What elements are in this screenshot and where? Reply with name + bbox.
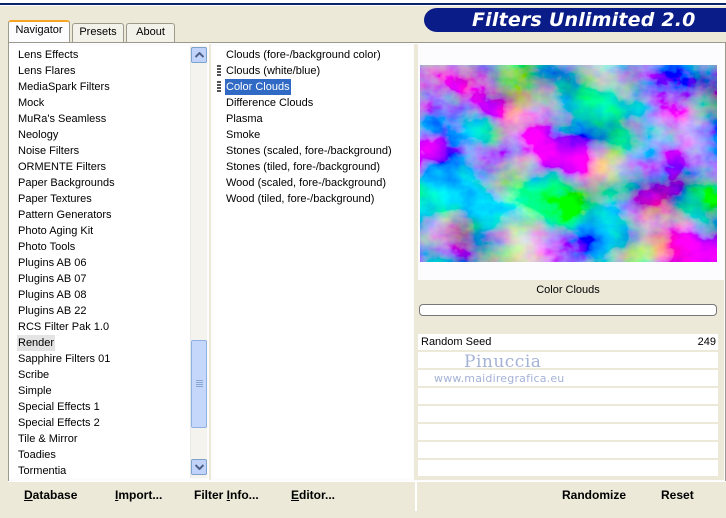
category-item[interactable]: Simple [17, 383, 53, 399]
category-scrollbar[interactable] [190, 46, 207, 478]
editor-button[interactable]: Editor... [291, 488, 335, 502]
filter-item[interactable]: Smoke [225, 127, 261, 143]
preview-area [418, 44, 724, 280]
category-item[interactable]: Scribe [17, 367, 50, 383]
category-item[interactable]: Sapphire Filters 01 [17, 351, 111, 367]
top-border-line [0, 3, 726, 5]
category-item[interactable]: Noise Filters [17, 143, 80, 159]
title-banner: Filters Unlimited 2.0 [424, 8, 726, 32]
filter-item[interactable]: Color Clouds [225, 79, 291, 95]
param-value: 249 [697, 336, 716, 348]
button-bar: Database Import... Filter Info... Editor… [8, 481, 726, 511]
top-border [0, 0, 726, 6]
import-button[interactable]: Import... [115, 488, 162, 502]
category-item[interactable]: MediaSpark Filters [17, 79, 111, 95]
category-item[interactable]: RCS Filter Pak 1.0 [17, 319, 110, 335]
filter-item[interactable]: Wood (scaled, fore-/background) [225, 175, 387, 191]
param-row-empty [418, 388, 718, 405]
filter-item[interactable]: Clouds (white/blue) [225, 63, 321, 79]
category-item[interactable]: Lens Flares [17, 63, 76, 79]
preview-panel: Color Clouds Random Seed 249 [418, 44, 724, 480]
category-item[interactable]: Special Effects 2 [17, 415, 101, 431]
thumb-grip [196, 386, 203, 387]
filter-item[interactable]: Stones (tiled, fore-/background) [225, 159, 381, 175]
param-row-empty [418, 442, 718, 459]
category-item[interactable]: Render [17, 335, 56, 351]
tab-about[interactable]: About [126, 23, 175, 42]
database-button[interactable]: Database [24, 488, 77, 502]
randomize-button[interactable]: Randomize [562, 488, 626, 502]
category-item[interactable]: MuRa's Seamless [17, 111, 107, 127]
category-item[interactable]: Toadies [17, 447, 57, 463]
thumb-grip [196, 380, 203, 381]
thumb-grip [196, 384, 203, 385]
category-item[interactable]: Lens Effects [17, 47, 79, 63]
param-row-empty [418, 460, 718, 477]
selected-filter-title: Color Clouds [536, 284, 600, 296]
category-item[interactable]: ORMENTE Filters [17, 159, 107, 175]
scroll-down-button[interactable] [191, 459, 207, 475]
button-label: Filter [194, 488, 227, 502]
filter-list[interactable]: Clouds (fore-/background color) Clouds (w… [213, 46, 413, 478]
filter-info-button[interactable]: Filter Info... [194, 488, 259, 502]
tab-presets[interactable]: Presets [72, 23, 124, 42]
filter-item[interactable]: Stones (scaled, fore-/background) [225, 143, 393, 159]
mnemonic: D [24, 488, 33, 502]
favorite-marker-icon [217, 65, 221, 77]
category-item[interactable]: Plugins AB 06 [17, 255, 88, 271]
category-item[interactable]: Mock [17, 95, 45, 111]
progress-bar [419, 304, 717, 316]
button-label: ditor... [299, 488, 336, 502]
mnemonic: E [291, 488, 300, 502]
filter-item[interactable]: Difference Clouds [225, 95, 314, 111]
category-item[interactable]: Plugins AB 07 [17, 271, 88, 287]
filter-item[interactable]: Plasma [225, 111, 264, 127]
category-item[interactable]: Plugins AB 22 [17, 303, 88, 319]
chevron-up-icon [195, 52, 204, 58]
reset-button[interactable]: Reset [661, 488, 694, 502]
scroll-up-button[interactable] [191, 47, 207, 63]
param-row-empty [418, 424, 718, 441]
button-label: mport... [118, 488, 163, 502]
param-row-random-seed[interactable]: Random Seed 249 [418, 334, 718, 351]
category-item[interactable]: Tormentia [17, 463, 67, 478]
param-row-empty [418, 406, 718, 423]
category-item[interactable]: Pattern Generators [17, 207, 113, 223]
category-item[interactable]: Paper Backgrounds [17, 175, 116, 191]
filter-item[interactable]: Wood (tiled, fore-/background) [225, 191, 375, 207]
button-bar-divider [415, 482, 417, 511]
category-item[interactable]: Neology [17, 127, 59, 143]
scroll-thumb[interactable] [191, 340, 207, 428]
param-row-empty [418, 370, 718, 387]
param-label: Random Seed [421, 336, 492, 348]
app-title: Filters Unlimited 2.0 [472, 9, 696, 31]
chevron-down-icon [195, 464, 204, 470]
splitter-left[interactable] [209, 44, 211, 480]
category-item[interactable]: Tile & Mirror [17, 431, 78, 447]
tab-navigator[interactable]: Navigator [8, 20, 70, 43]
filter-preview-image [420, 65, 717, 262]
param-row-empty [418, 352, 718, 369]
thumb-grip [196, 382, 203, 383]
filter-item[interactable]: Clouds (fore-/background color) [225, 47, 382, 63]
category-item[interactable]: Photo Aging Kit [17, 223, 94, 239]
category-item[interactable]: Photo Tools [17, 239, 76, 255]
category-item[interactable]: Plugins AB 08 [17, 287, 88, 303]
button-label: nfo... [230, 488, 259, 502]
category-list[interactable]: Lens Effects Lens Flares MediaSpark Filter… [9, 46, 191, 478]
category-item[interactable]: Paper Textures [17, 191, 93, 207]
button-label: atabase [32, 488, 78, 502]
category-item[interactable]: Special Effects 1 [17, 399, 101, 415]
favorite-marker-icon [217, 81, 221, 93]
